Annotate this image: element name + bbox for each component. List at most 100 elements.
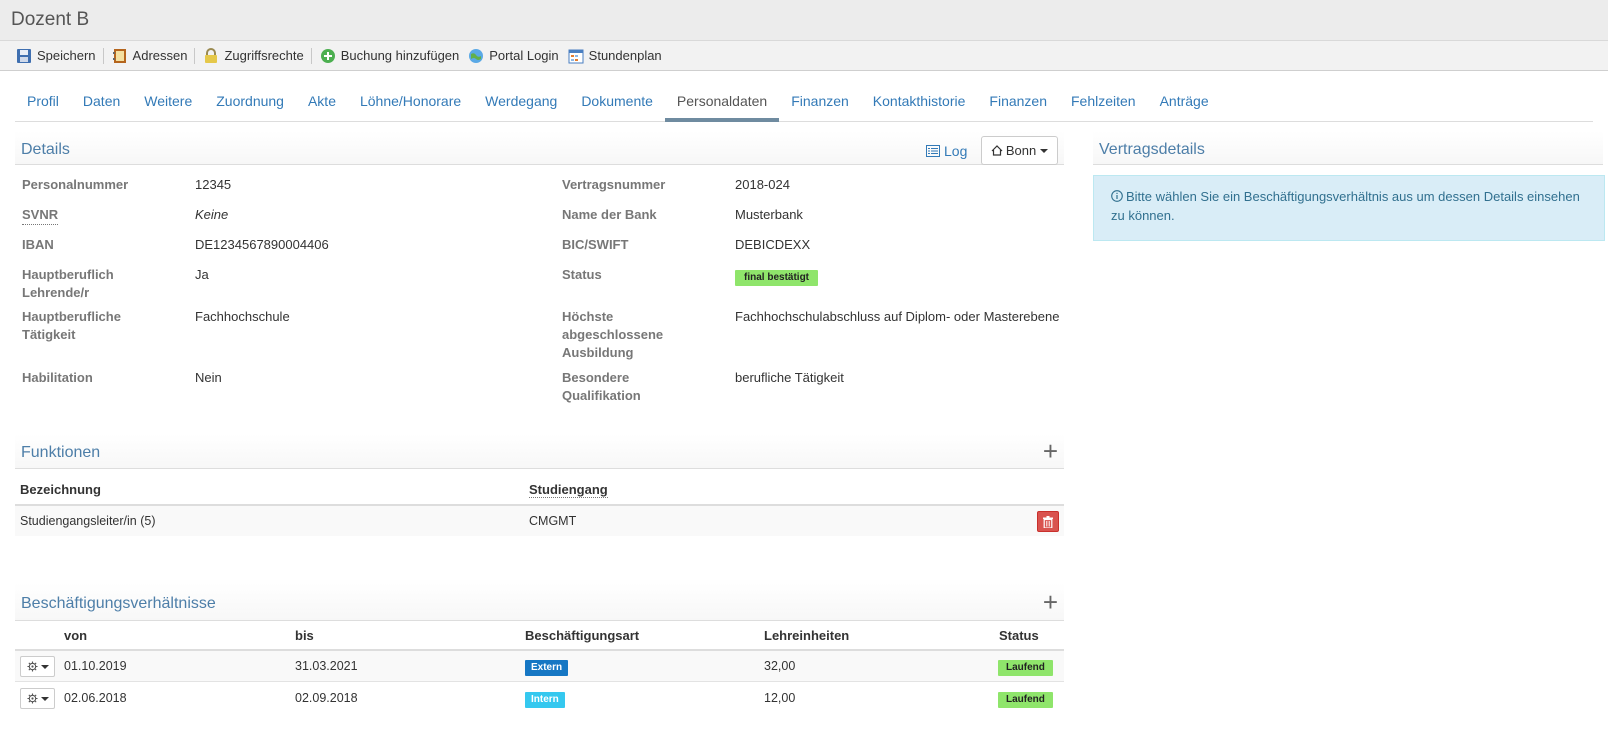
cell-status: Laufend: [998, 691, 1053, 708]
tab-werdegang[interactable]: Werdegang: [473, 86, 569, 122]
details-title: Details: [21, 141, 70, 158]
add-circle-icon: [320, 48, 335, 63]
log-link[interactable]: Log: [926, 143, 967, 159]
list-icon: [926, 145, 940, 157]
funktionen-title: Funktionen: [21, 444, 101, 461]
label-vertragsnummer: Vertragsnummer: [562, 177, 666, 192]
vertragsdetails-title: Vertragsdetails: [1099, 141, 1205, 158]
log-label: Log: [944, 143, 968, 159]
row-actions-button[interactable]: [20, 688, 55, 709]
tab-akte[interactable]: Akte: [296, 86, 348, 122]
cell-bis: 31.03.2021: [295, 659, 358, 673]
save-button[interactable]: Speichern: [14, 41, 103, 70]
cell-art: Intern: [525, 691, 565, 708]
beschaeftigung-header: Beschäftigungsverhältnisse +: [15, 583, 1064, 621]
value-besondere-qualifikation: berufliche Tätigkeit: [735, 370, 844, 385]
gear-icon: [26, 693, 38, 704]
toolbar: Speichern Adressen Zugriffsrechte Buchun…: [0, 41, 1608, 71]
chevron-down-icon: [40, 664, 49, 669]
add-booking-button[interactable]: Buchung hinzufügen: [318, 41, 467, 70]
value-personalnummer: 12345: [195, 177, 232, 192]
save-label: Speichern: [37, 48, 96, 63]
value-vertragsnummer: 2018-024: [735, 177, 790, 192]
cell-studiengang: CMGMT: [529, 514, 577, 528]
delete-funktion-button[interactable]: [1037, 511, 1059, 532]
label-bic: BIC/SWIFT: [562, 237, 629, 252]
tab-weitere[interactable]: Weitere: [132, 86, 204, 122]
cell-bezeichnung: Studiengangsleiter/in (5): [20, 514, 156, 528]
beschaeftigung-title: Beschäftigungsverhältnisse: [21, 595, 216, 612]
label-habilitation: Habilitation: [22, 370, 93, 385]
column-header-bis: bis: [295, 628, 314, 643]
status-badge: Laufend: [998, 660, 1053, 676]
tab-antraege[interactable]: Anträge: [1148, 86, 1221, 122]
info-text: Bitte wählen Sie ein Beschäftigungsverhä…: [1111, 189, 1580, 223]
tab-loehne-honorare[interactable]: Löhne/Honorare: [348, 86, 473, 122]
column-header-studiengang: Studiengang: [529, 482, 608, 498]
details-header: Details: [15, 131, 1064, 165]
chevron-down-icon: [1040, 148, 1049, 153]
intern-badge: Intern: [525, 692, 565, 708]
value-svnr: Keine: [195, 207, 229, 222]
label-iban: IBAN: [22, 237, 54, 252]
location-dropdown[interactable]: Bonn: [981, 136, 1058, 165]
add-booking-label: Buchung hinzufügen: [340, 48, 460, 63]
timetable-label: Stundenplan: [588, 48, 662, 63]
cell-von: 01.10.2019: [64, 659, 127, 673]
value-hauptberufliche-taetigkeit: Fachhochschule: [195, 309, 290, 324]
column-header-bezeichnung: Bezeichnung: [20, 482, 101, 497]
cell-lehreinheiten: 32,00: [764, 659, 796, 673]
portal-login-label: Portal Login: [489, 48, 559, 63]
toolbar-divider: [194, 47, 196, 64]
tab-bar: Profil Daten Weitere Zuordnung Akte Löhn…: [15, 86, 1593, 122]
tab-fehlzeiten[interactable]: Fehlzeiten: [1059, 86, 1148, 122]
column-header-lehreinheiten: Lehreinheiten: [764, 628, 850, 643]
addresses-button[interactable]: Adressen: [110, 41, 195, 70]
extern-badge: Extern: [525, 660, 569, 676]
tab-dokumente[interactable]: Dokumente: [569, 86, 665, 122]
cell-bis: 02.09.2018: [295, 691, 358, 705]
row-actions-button[interactable]: [20, 656, 55, 677]
access-rights-label: Zugriffsrechte: [224, 48, 304, 63]
status-badge-container: final bestätigt: [735, 267, 819, 286]
cell-von: 02.06.2018: [64, 691, 127, 705]
tab-personaldaten[interactable]: Personaldaten: [664, 86, 780, 122]
tab-daten[interactable]: Daten: [71, 86, 132, 122]
timetable-button[interactable]: Stundenplan: [566, 41, 669, 70]
value-bankname: Musterbank: [735, 207, 803, 222]
column-header-beschaeftigungsart: Beschäftigungsart: [525, 628, 640, 643]
label-svnr: SVNR: [22, 206, 59, 225]
info-alert: Bitte wählen Sie ein Beschäftigungsverhä…: [1093, 175, 1605, 241]
value-hauptberuflich-lehrende: Ja: [195, 267, 209, 282]
tab-finanzen[interactable]: Finanzen: [779, 86, 861, 122]
tab-zuordnung[interactable]: Zuordnung: [204, 86, 296, 122]
table-row: 02.06.2018 02.09.2018 Intern 12,00 Laufe…: [15, 683, 1064, 714]
cell-status: Laufend: [998, 659, 1053, 676]
column-header-von: von: [64, 628, 88, 643]
info-icon: [1111, 190, 1123, 202]
status-badge: Laufend: [998, 692, 1053, 708]
label-hauptberuflich-lehrende: Hauptberuflich Lehrende/r: [22, 267, 114, 300]
table-row: Studiengangsleiter/in (5) CMGMT: [15, 506, 1064, 536]
tab-finanzen-2[interactable]: Finanzen: [977, 86, 1059, 122]
value-hoechste-ausbildung: Fachhochschulabschluss auf Diplom- oder …: [735, 309, 1060, 324]
access-rights-button[interactable]: Zugriffsrechte: [201, 41, 310, 70]
label-besondere-qualifikation: Besondere Qualifikation: [562, 370, 641, 403]
portal-login-button[interactable]: Portal Login: [466, 41, 565, 70]
gear-icon: [26, 661, 38, 672]
window-title-bar: Dozent B: [0, 0, 1608, 41]
column-header-status: Status: [999, 628, 1039, 643]
globe-icon: [469, 48, 484, 63]
cell-lehreinheiten: 12,00: [764, 691, 796, 705]
addresses-label: Adressen: [132, 48, 188, 63]
tab-profil[interactable]: Profil: [15, 86, 71, 122]
tab-kontakthistorie[interactable]: Kontakthistorie: [861, 86, 978, 122]
vertragsdetails-header: Vertragsdetails: [1093, 131, 1603, 165]
add-funktion-button[interactable]: +: [1043, 438, 1058, 464]
add-beschaeftigung-button[interactable]: +: [1043, 589, 1058, 615]
value-bic: DEBICDEXX: [735, 237, 811, 252]
trash-icon: [1043, 515, 1053, 528]
save-icon: [17, 48, 31, 63]
toolbar-divider: [310, 47, 312, 64]
label-bankname: Name der Bank: [562, 207, 657, 222]
